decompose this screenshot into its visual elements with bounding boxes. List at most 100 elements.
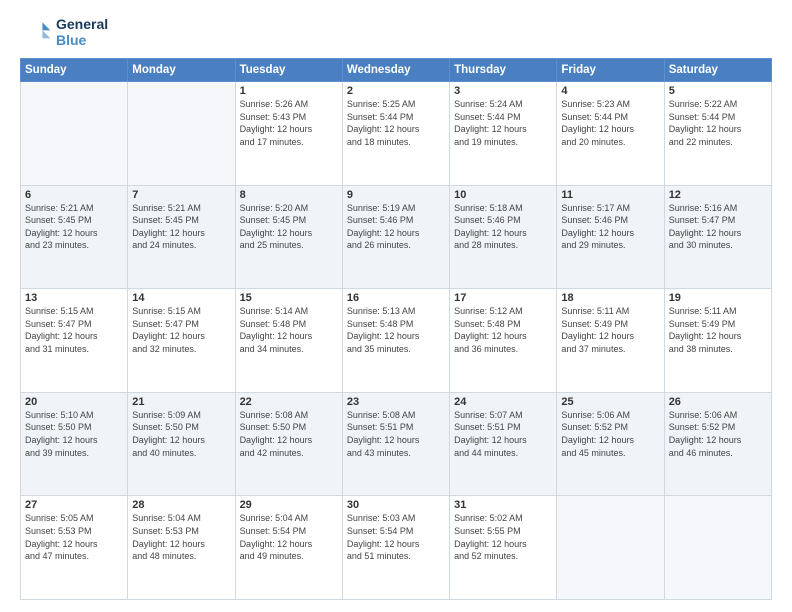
day-info: Sunrise: 5:22 AM Sunset: 5:44 PM Dayligh… xyxy=(669,98,767,148)
day-header-tuesday: Tuesday xyxy=(235,59,342,82)
calendar-cell: 15Sunrise: 5:14 AM Sunset: 5:48 PM Dayli… xyxy=(235,289,342,393)
calendar-cell: 18Sunrise: 5:11 AM Sunset: 5:49 PM Dayli… xyxy=(557,289,664,393)
day-header-saturday: Saturday xyxy=(664,59,771,82)
day-info: Sunrise: 5:08 AM Sunset: 5:51 PM Dayligh… xyxy=(347,409,445,459)
calendar-cell: 17Sunrise: 5:12 AM Sunset: 5:48 PM Dayli… xyxy=(450,289,557,393)
calendar-week-row: 20Sunrise: 5:10 AM Sunset: 5:50 PM Dayli… xyxy=(21,392,772,496)
day-number: 21 xyxy=(132,396,230,408)
day-info: Sunrise: 5:11 AM Sunset: 5:49 PM Dayligh… xyxy=(669,305,767,355)
day-info: Sunrise: 5:15 AM Sunset: 5:47 PM Dayligh… xyxy=(132,305,230,355)
day-number: 3 xyxy=(454,85,552,97)
day-number: 18 xyxy=(561,292,659,304)
calendar-cell: 6Sunrise: 5:21 AM Sunset: 5:45 PM Daylig… xyxy=(21,185,128,289)
calendar-cell xyxy=(128,82,235,186)
calendar-cell: 5Sunrise: 5:22 AM Sunset: 5:44 PM Daylig… xyxy=(664,82,771,186)
day-number: 15 xyxy=(240,292,338,304)
calendar-cell xyxy=(664,496,771,600)
day-number: 22 xyxy=(240,396,338,408)
day-info: Sunrise: 5:05 AM Sunset: 5:53 PM Dayligh… xyxy=(25,512,123,562)
day-info: Sunrise: 5:19 AM Sunset: 5:46 PM Dayligh… xyxy=(347,202,445,252)
calendar-cell: 16Sunrise: 5:13 AM Sunset: 5:48 PM Dayli… xyxy=(342,289,449,393)
day-info: Sunrise: 5:17 AM Sunset: 5:46 PM Dayligh… xyxy=(561,202,659,252)
calendar-cell: 10Sunrise: 5:18 AM Sunset: 5:46 PM Dayli… xyxy=(450,185,557,289)
calendar-cell: 7Sunrise: 5:21 AM Sunset: 5:45 PM Daylig… xyxy=(128,185,235,289)
calendar-table: SundayMondayTuesdayWednesdayThursdayFrid… xyxy=(20,58,772,600)
day-info: Sunrise: 5:02 AM Sunset: 5:55 PM Dayligh… xyxy=(454,512,552,562)
calendar-cell: 30Sunrise: 5:03 AM Sunset: 5:54 PM Dayli… xyxy=(342,496,449,600)
day-info: Sunrise: 5:04 AM Sunset: 5:54 PM Dayligh… xyxy=(240,512,338,562)
day-number: 27 xyxy=(25,499,123,511)
calendar-cell: 9Sunrise: 5:19 AM Sunset: 5:46 PM Daylig… xyxy=(342,185,449,289)
calendar-cell: 26Sunrise: 5:06 AM Sunset: 5:52 PM Dayli… xyxy=(664,392,771,496)
calendar-cell: 1Sunrise: 5:26 AM Sunset: 5:43 PM Daylig… xyxy=(235,82,342,186)
day-info: Sunrise: 5:13 AM Sunset: 5:48 PM Dayligh… xyxy=(347,305,445,355)
calendar-week-row: 13Sunrise: 5:15 AM Sunset: 5:47 PM Dayli… xyxy=(21,289,772,393)
day-number: 12 xyxy=(669,189,767,201)
logo: General Blue xyxy=(20,16,108,48)
day-info: Sunrise: 5:10 AM Sunset: 5:50 PM Dayligh… xyxy=(25,409,123,459)
day-number: 24 xyxy=(454,396,552,408)
day-info: Sunrise: 5:08 AM Sunset: 5:50 PM Dayligh… xyxy=(240,409,338,459)
day-number: 30 xyxy=(347,499,445,511)
day-number: 1 xyxy=(240,85,338,97)
day-info: Sunrise: 5:18 AM Sunset: 5:46 PM Dayligh… xyxy=(454,202,552,252)
day-header-friday: Friday xyxy=(557,59,664,82)
day-info: Sunrise: 5:09 AM Sunset: 5:50 PM Dayligh… xyxy=(132,409,230,459)
calendar-cell: 20Sunrise: 5:10 AM Sunset: 5:50 PM Dayli… xyxy=(21,392,128,496)
day-number: 2 xyxy=(347,85,445,97)
day-number: 11 xyxy=(561,189,659,201)
calendar-cell: 21Sunrise: 5:09 AM Sunset: 5:50 PM Dayli… xyxy=(128,392,235,496)
calendar-cell: 12Sunrise: 5:16 AM Sunset: 5:47 PM Dayli… xyxy=(664,185,771,289)
day-number: 28 xyxy=(132,499,230,511)
day-number: 13 xyxy=(25,292,123,304)
day-number: 23 xyxy=(347,396,445,408)
page: General Blue SundayMondayTuesdayWednesda… xyxy=(0,0,792,612)
day-info: Sunrise: 5:20 AM Sunset: 5:45 PM Dayligh… xyxy=(240,202,338,252)
calendar-cell: 4Sunrise: 5:23 AM Sunset: 5:44 PM Daylig… xyxy=(557,82,664,186)
day-number: 7 xyxy=(132,189,230,201)
calendar-cell: 2Sunrise: 5:25 AM Sunset: 5:44 PM Daylig… xyxy=(342,82,449,186)
day-info: Sunrise: 5:12 AM Sunset: 5:48 PM Dayligh… xyxy=(454,305,552,355)
calendar-cell xyxy=(557,496,664,600)
day-number: 17 xyxy=(454,292,552,304)
day-header-wednesday: Wednesday xyxy=(342,59,449,82)
day-info: Sunrise: 5:16 AM Sunset: 5:47 PM Dayligh… xyxy=(669,202,767,252)
calendar-cell: 14Sunrise: 5:15 AM Sunset: 5:47 PM Dayli… xyxy=(128,289,235,393)
day-info: Sunrise: 5:06 AM Sunset: 5:52 PM Dayligh… xyxy=(669,409,767,459)
day-number: 10 xyxy=(454,189,552,201)
day-info: Sunrise: 5:21 AM Sunset: 5:45 PM Dayligh… xyxy=(25,202,123,252)
calendar-cell: 29Sunrise: 5:04 AM Sunset: 5:54 PM Dayli… xyxy=(235,496,342,600)
day-info: Sunrise: 5:21 AM Sunset: 5:45 PM Dayligh… xyxy=(132,202,230,252)
calendar-cell: 25Sunrise: 5:06 AM Sunset: 5:52 PM Dayli… xyxy=(557,392,664,496)
calendar-cell: 31Sunrise: 5:02 AM Sunset: 5:55 PM Dayli… xyxy=(450,496,557,600)
calendar-cell: 8Sunrise: 5:20 AM Sunset: 5:45 PM Daylig… xyxy=(235,185,342,289)
day-number: 5 xyxy=(669,85,767,97)
day-number: 8 xyxy=(240,189,338,201)
day-info: Sunrise: 5:11 AM Sunset: 5:49 PM Dayligh… xyxy=(561,305,659,355)
day-number: 31 xyxy=(454,499,552,511)
calendar-cell: 23Sunrise: 5:08 AM Sunset: 5:51 PM Dayli… xyxy=(342,392,449,496)
day-number: 19 xyxy=(669,292,767,304)
calendar-week-row: 1Sunrise: 5:26 AM Sunset: 5:43 PM Daylig… xyxy=(21,82,772,186)
calendar-cell xyxy=(21,82,128,186)
calendar-cell: 3Sunrise: 5:24 AM Sunset: 5:44 PM Daylig… xyxy=(450,82,557,186)
day-info: Sunrise: 5:04 AM Sunset: 5:53 PM Dayligh… xyxy=(132,512,230,562)
calendar-cell: 19Sunrise: 5:11 AM Sunset: 5:49 PM Dayli… xyxy=(664,289,771,393)
day-info: Sunrise: 5:03 AM Sunset: 5:54 PM Dayligh… xyxy=(347,512,445,562)
calendar-cell: 24Sunrise: 5:07 AM Sunset: 5:51 PM Dayli… xyxy=(450,392,557,496)
day-header-sunday: Sunday xyxy=(21,59,128,82)
calendar-cell: 28Sunrise: 5:04 AM Sunset: 5:53 PM Dayli… xyxy=(128,496,235,600)
day-info: Sunrise: 5:14 AM Sunset: 5:48 PM Dayligh… xyxy=(240,305,338,355)
day-number: 26 xyxy=(669,396,767,408)
day-info: Sunrise: 5:23 AM Sunset: 5:44 PM Dayligh… xyxy=(561,98,659,148)
day-number: 14 xyxy=(132,292,230,304)
day-info: Sunrise: 5:25 AM Sunset: 5:44 PM Dayligh… xyxy=(347,98,445,148)
day-number: 9 xyxy=(347,189,445,201)
day-info: Sunrise: 5:24 AM Sunset: 5:44 PM Dayligh… xyxy=(454,98,552,148)
calendar-week-row: 6Sunrise: 5:21 AM Sunset: 5:45 PM Daylig… xyxy=(21,185,772,289)
day-number: 20 xyxy=(25,396,123,408)
day-number: 25 xyxy=(561,396,659,408)
day-info: Sunrise: 5:15 AM Sunset: 5:47 PM Dayligh… xyxy=(25,305,123,355)
calendar-cell: 13Sunrise: 5:15 AM Sunset: 5:47 PM Dayli… xyxy=(21,289,128,393)
calendar-header-row: SundayMondayTuesdayWednesdayThursdayFrid… xyxy=(21,59,772,82)
